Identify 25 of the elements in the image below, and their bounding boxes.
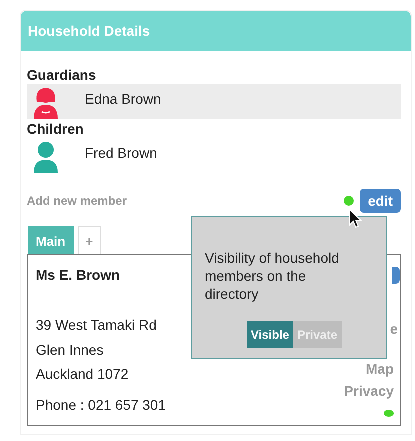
address-line: 39 West Tamaki Rd <box>36 316 157 335</box>
button[interactable] <box>392 267 400 284</box>
panel-title: Household Details <box>28 23 150 39</box>
member-row[interactable]: Fred Brown <box>27 138 401 173</box>
popover-text: Visibility of household members on the directory <box>205 249 340 303</box>
tab[interactable]: + <box>78 226 102 254</box>
status-dot <box>344 196 354 206</box>
tab[interactable]: Main <box>28 226 74 254</box>
toggle-option[interactable]: Visible <box>247 321 294 348</box>
edit-button[interactable]: edit <box>360 189 401 213</box>
status-dot <box>384 410 394 417</box>
member-name: Fred Brown <box>85 145 158 161</box>
group-label: Guardians <box>27 67 98 83</box>
phone-number: Phone : 021 657 301 <box>36 396 166 412</box>
member-name: Edna Brown <box>85 91 162 107</box>
address-line: Glen Innes <box>36 340 104 360</box>
address-line: Auckland 1072 <box>36 365 129 384</box>
link[interactable]: Map <box>366 358 394 380</box>
link[interactable]: e <box>390 318 398 340</box>
add-member-link[interactable]: Add new member <box>27 194 344 208</box>
member-row[interactable]: Edna Brown <box>27 84 401 119</box>
link[interactable]: Privacy <box>344 380 394 402</box>
group-label: Children <box>27 121 85 137</box>
contact-name: Ms E. Brown <box>36 267 120 283</box>
cursor-icon <box>349 209 362 229</box>
